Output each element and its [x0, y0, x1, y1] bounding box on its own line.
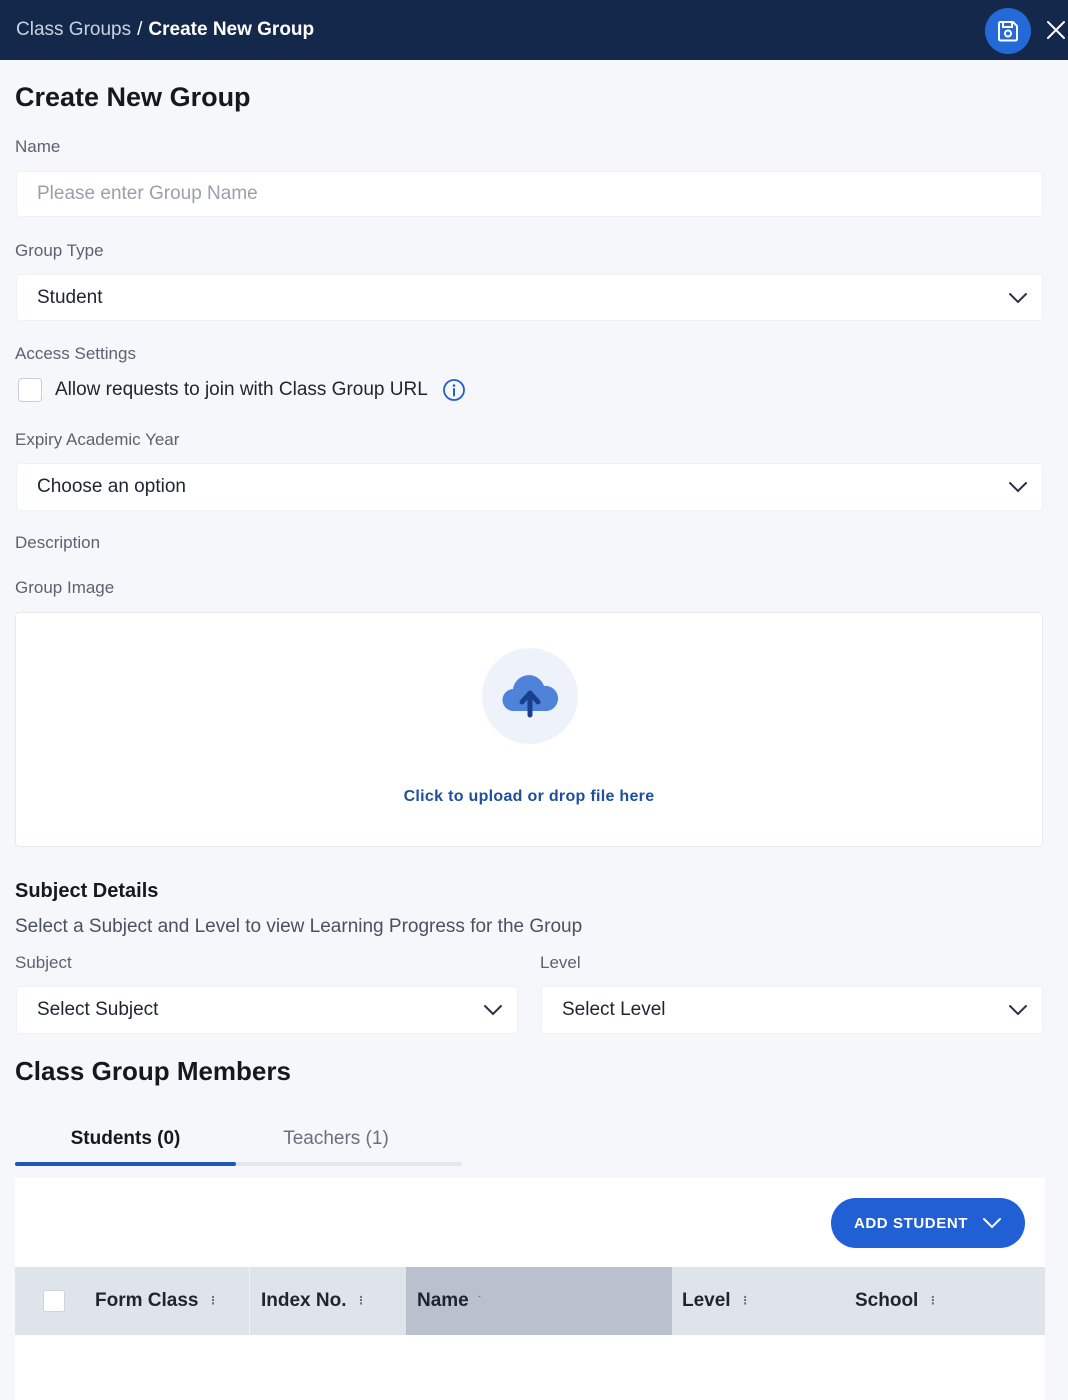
table-header: Form Class ⋮ Index No. ⋮ Name ˙ Level ⋮ Scho… — [15, 1267, 1045, 1335]
chevron-down-icon — [1009, 292, 1027, 303]
breadcrumb: Class Groups / Create New Group — [16, 19, 314, 41]
description-label: Description — [15, 533, 101, 552]
column-form-class-label: Form Class — [95, 1290, 199, 1311]
group-type-select[interactable]: Student — [16, 274, 1043, 321]
subject-details-subtitle: Select a Subject and Level to view Learn… — [15, 916, 583, 937]
image-upload-dropzone[interactable]: Click to upload or drop file here — [15, 612, 1043, 847]
group-name-input[interactable]: Please enter Group Name — [16, 171, 1043, 217]
column-index-no[interactable]: Index No. ⋮ — [261, 1267, 406, 1335]
allow-requests-row: Allow requests to join with Class Group … — [18, 378, 466, 402]
group-type-label: Group Type — [15, 241, 104, 260]
add-student-button[interactable]: ADD STUDENT — [831, 1198, 1025, 1248]
column-school-label: School — [855, 1290, 919, 1311]
upload-icon-circle — [482, 648, 578, 744]
subject-value: Select Subject — [37, 999, 159, 1020]
info-icon[interactable] — [442, 378, 466, 402]
column-form-class[interactable]: Form Class ⋮ — [95, 1267, 249, 1335]
sort-icon: ⋮ — [355, 1295, 367, 1307]
column-school[interactable]: School ⋮ — [855, 1267, 1025, 1335]
column-index-no-label: Index No. — [261, 1290, 347, 1311]
save-button[interactable] — [985, 8, 1031, 54]
breadcrumb-separator: / — [137, 19, 143, 40]
sort-icon: ⋮ — [927, 1295, 939, 1307]
allow-requests-checkbox[interactable] — [18, 378, 42, 402]
breadcrumb-parent[interactable]: Class Groups — [16, 19, 131, 40]
members-panel: ADD STUDENT Form Class ⋮ Index No. ⋮ Name ˙… — [15, 1178, 1045, 1400]
group-type-value: Student — [37, 286, 103, 308]
form-content: Create New Group Name Please enter Group… — [0, 60, 1068, 1400]
column-level-label: Level — [682, 1290, 731, 1311]
chevron-down-icon — [484, 1005, 502, 1016]
top-bar: Class Groups / Create New Group — [0, 0, 1068, 60]
expiry-year-label: Expiry Academic Year — [15, 430, 180, 449]
access-settings-label: Access Settings — [15, 344, 136, 363]
allow-requests-label: Allow requests to join with Class Group … — [55, 379, 428, 400]
breadcrumb-current: Create New Group — [148, 19, 315, 40]
page-title: Create New Group — [15, 82, 251, 112]
cloud-upload-icon — [502, 675, 559, 718]
subject-details-title: Subject Details — [15, 880, 159, 902]
column-name-label: Name — [417, 1290, 469, 1311]
member-tabs: Students (0) Teachers (1) — [15, 1118, 462, 1166]
level-select[interactable]: Select Level — [541, 986, 1043, 1034]
expiry-year-select[interactable]: Choose an option — [16, 463, 1043, 511]
add-student-label: ADD STUDENT — [853, 1214, 969, 1232]
level-value: Select Level — [562, 999, 666, 1020]
column-divider — [249, 1267, 250, 1335]
subject-select[interactable]: Select Subject — [16, 986, 518, 1034]
expiry-year-value: Choose an option — [37, 476, 186, 497]
close-button[interactable] — [1044, 18, 1068, 42]
upload-instructions: Click to upload or drop file here — [403, 788, 655, 805]
chevron-down-icon — [1009, 1005, 1027, 1016]
sort-icon: ˙ — [477, 1295, 482, 1307]
members-title: Class Group Members — [15, 1056, 291, 1086]
chevron-down-icon — [983, 1218, 1002, 1229]
close-icon — [1047, 21, 1065, 39]
group-image-label: Group Image — [15, 578, 115, 597]
chevron-down-icon — [1009, 482, 1027, 493]
name-label: Name — [15, 137, 61, 156]
tab-students[interactable]: Students (0) — [15, 1118, 236, 1160]
level-label: Level — [540, 953, 581, 972]
subject-label: Subject — [15, 953, 72, 972]
column-level[interactable]: Level ⋮ — [682, 1267, 832, 1335]
save-icon — [998, 21, 1018, 42]
tab-active-indicator — [15, 1162, 236, 1166]
tab-teachers[interactable]: Teachers (1) — [236, 1118, 436, 1160]
column-name[interactable]: Name ˙ — [406, 1267, 672, 1335]
sort-icon: ⋮ — [207, 1295, 219, 1307]
select-all-checkbox[interactable] — [43, 1290, 65, 1312]
sort-icon: ⋮ — [739, 1295, 751, 1307]
